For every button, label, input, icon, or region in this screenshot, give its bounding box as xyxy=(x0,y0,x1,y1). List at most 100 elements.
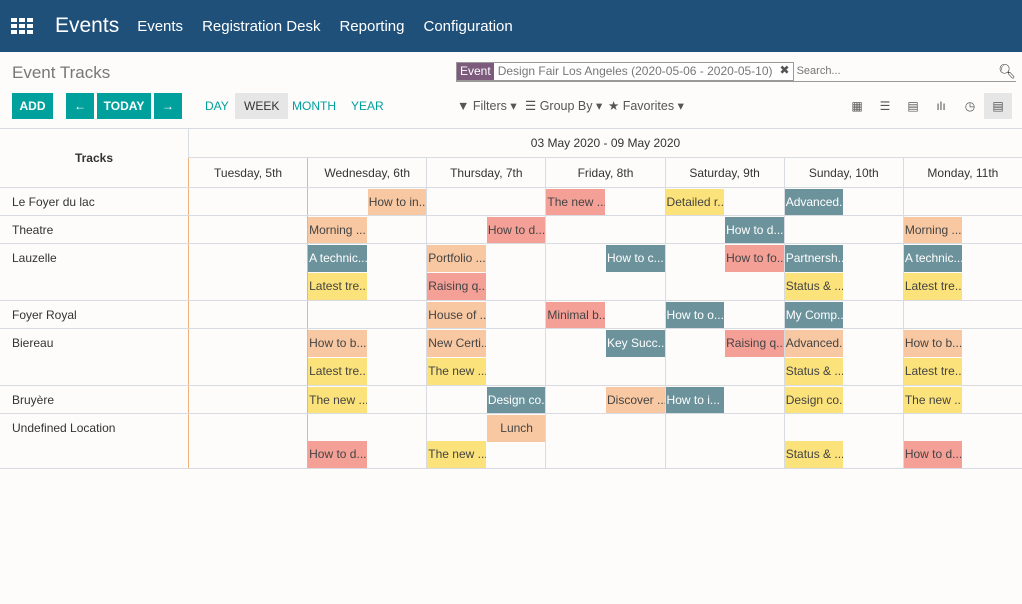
mode-month[interactable]: MONTH xyxy=(283,93,345,119)
add-button[interactable]: ADD xyxy=(12,93,53,119)
day-cell[interactable] xyxy=(426,386,428,414)
day-header: Monday, 11th xyxy=(902,158,1022,187)
track-pill[interactable]: Advanced... xyxy=(784,189,844,216)
filters-dropdown[interactable]: ▼ Filters ▾ xyxy=(457,98,517,113)
track-pill[interactable]: The new ... xyxy=(427,358,486,385)
track-pill[interactable]: Latest tre... xyxy=(903,358,963,385)
day-cell[interactable] xyxy=(188,414,189,469)
track-pill[interactable]: Latest tre... xyxy=(308,358,367,385)
menu-events[interactable]: Events xyxy=(137,18,183,35)
favorites-dropdown[interactable]: ★ Favorites ▾ xyxy=(608,98,684,113)
calendar-icon[interactable]: ▤ xyxy=(899,93,927,119)
track-pill[interactable]: House of ... xyxy=(427,302,486,329)
track-pill[interactable]: How to d... xyxy=(903,441,963,468)
track-pill[interactable]: How to b... xyxy=(308,330,367,357)
facet-remove-icon[interactable]: ✖ xyxy=(776,62,793,80)
track-pill[interactable]: How to d... xyxy=(725,217,784,244)
track-pill[interactable]: Raising q... xyxy=(725,330,784,357)
track-pill[interactable]: How to fo... xyxy=(725,245,784,272)
day-cell[interactable] xyxy=(545,216,547,244)
next-button[interactable]: → xyxy=(154,93,182,119)
track-pill[interactable]: The new ... xyxy=(903,387,963,414)
day-cell[interactable] xyxy=(902,188,904,216)
day-cell[interactable] xyxy=(545,329,547,386)
track-pill[interactable]: Morning ... xyxy=(903,217,963,244)
track-pill[interactable]: Raising q... xyxy=(427,273,486,300)
day-cell[interactable] xyxy=(545,244,547,301)
day-cell[interactable] xyxy=(426,216,428,244)
track-pill[interactable]: Morning ... xyxy=(308,217,367,244)
track-pill[interactable]: The new ... xyxy=(308,387,367,414)
day-cell[interactable] xyxy=(545,414,547,469)
day-cell[interactable] xyxy=(902,301,904,329)
track-pill[interactable]: The new ... xyxy=(546,189,605,216)
menu-configuration[interactable]: Configuration xyxy=(424,18,513,35)
track-pill[interactable]: How to c... xyxy=(605,245,665,272)
mode-day[interactable]: DAY xyxy=(196,93,238,119)
favorites-label: Favorites xyxy=(622,99,675,113)
gantt-grid: Tracks 03 May 2020 - 09 May 2020 Tuesday… xyxy=(0,128,1022,469)
graph-icon[interactable]: ılı xyxy=(927,93,955,119)
day-cell[interactable] xyxy=(664,329,666,386)
track-pill[interactable]: How to in... xyxy=(367,189,427,216)
app-title[interactable]: Events xyxy=(55,14,119,38)
menu-registration-desk[interactable]: Registration Desk xyxy=(202,18,320,35)
day-cell[interactable] xyxy=(545,386,547,414)
track-pill[interactable]: Latest tre... xyxy=(308,273,367,300)
track-pill[interactable]: Portfolio ... xyxy=(427,245,486,272)
track-pill[interactable]: Latest tre... xyxy=(903,273,963,300)
list-icon[interactable]: ☰ xyxy=(871,93,899,119)
day-cell[interactable] xyxy=(188,244,189,301)
day-cell[interactable] xyxy=(188,216,189,244)
track-pill[interactable]: A technic... xyxy=(308,245,367,272)
row-label: Theatre xyxy=(12,223,54,237)
track-pill[interactable]: New Certi... xyxy=(427,330,486,357)
day-cell[interactable] xyxy=(188,329,189,386)
apps-menu-icon[interactable] xyxy=(11,18,33,34)
day-cell[interactable] xyxy=(307,188,309,216)
track-pill[interactable]: Design co... xyxy=(784,387,844,414)
gantt-row: Le Foyer du lac How to in... The new ... De… xyxy=(0,187,1022,216)
track-pill[interactable]: Status & ... xyxy=(784,358,844,385)
day-cell[interactable] xyxy=(188,386,189,414)
track-pill[interactable]: How to d... xyxy=(308,441,367,468)
track-pill[interactable]: Lunch xyxy=(486,415,546,442)
day-cell[interactable] xyxy=(664,244,666,301)
day-header: Saturday, 9th xyxy=(664,158,784,187)
track-pill[interactable]: Status & ... xyxy=(784,273,844,300)
track-pill[interactable]: How to o... xyxy=(665,302,725,329)
activity-icon[interactable]: ◷ xyxy=(956,93,984,119)
track-pill[interactable]: Design co... xyxy=(486,387,546,414)
track-pill[interactable]: Detailed r... xyxy=(665,189,725,216)
track-pill[interactable]: A technic... xyxy=(903,245,963,272)
track-pill[interactable]: Key Succ... xyxy=(605,330,665,357)
mode-year[interactable]: YEAR xyxy=(342,93,393,119)
track-pill[interactable]: Advanced... xyxy=(784,330,844,357)
track-pill[interactable]: Discover ... xyxy=(605,387,665,414)
track-pill[interactable]: Minimal b... xyxy=(546,302,605,329)
day-cell[interactable] xyxy=(426,188,428,216)
track-pill[interactable]: How to i... xyxy=(665,387,725,414)
day-cell[interactable] xyxy=(664,414,666,469)
search-icon[interactable]: 🔍︎ xyxy=(998,63,1016,80)
day-cell[interactable] xyxy=(188,188,189,216)
day-cell[interactable] xyxy=(783,216,785,244)
track-pill[interactable]: Status & ... xyxy=(784,441,844,468)
kanban-icon[interactable]: ▦ xyxy=(843,93,871,119)
track-pill[interactable]: How to d... xyxy=(486,217,546,244)
search-input[interactable] xyxy=(796,65,999,77)
day-cell[interactable] xyxy=(188,301,189,329)
prev-button[interactable]: ← xyxy=(66,93,94,119)
track-pill[interactable]: Partnersh... xyxy=(784,245,844,272)
group-by-dropdown[interactable]: ☰ Group By ▾ xyxy=(525,98,602,113)
mode-week[interactable]: WEEK xyxy=(235,93,289,119)
today-button[interactable]: TODAY xyxy=(97,93,151,119)
day-cell[interactable] xyxy=(307,301,309,329)
row-label: Biereau xyxy=(12,336,54,350)
gantt-icon[interactable]: ▤ xyxy=(984,93,1012,119)
menu-reporting[interactable]: Reporting xyxy=(339,18,404,35)
track-pill[interactable]: My Comp... xyxy=(784,302,844,329)
track-pill[interactable]: The new ... xyxy=(427,441,486,468)
day-cell[interactable] xyxy=(664,216,666,244)
track-pill[interactable]: How to b... xyxy=(903,330,963,357)
